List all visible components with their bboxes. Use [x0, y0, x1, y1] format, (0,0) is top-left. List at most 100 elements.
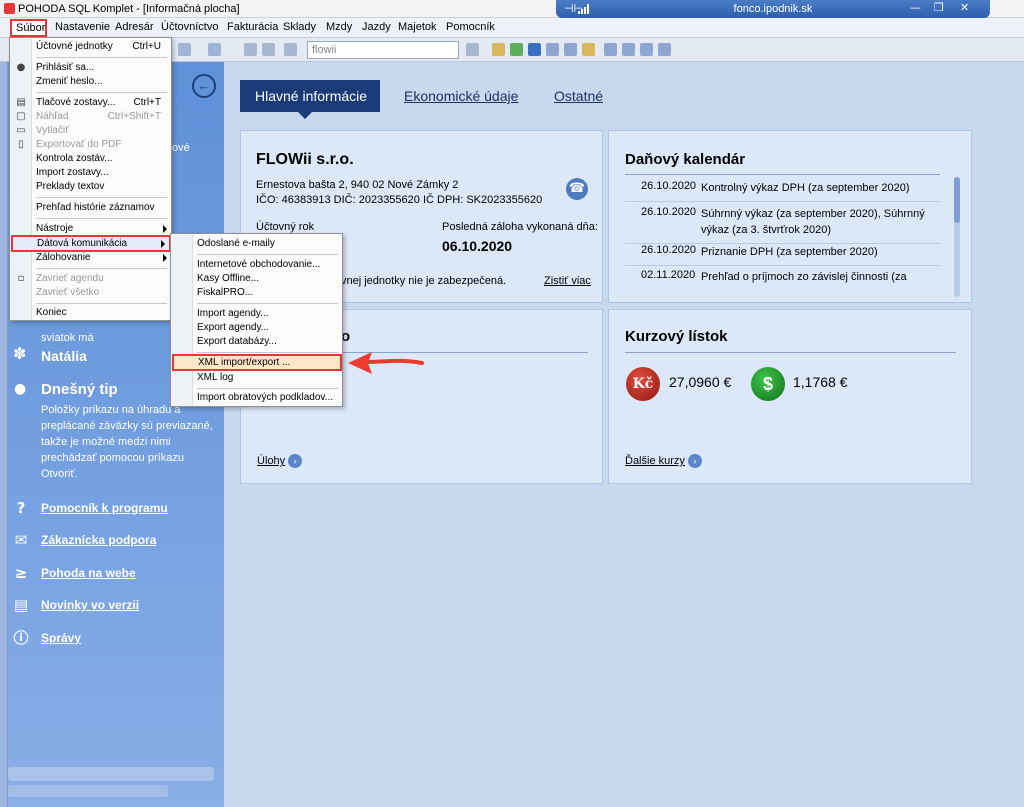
- tasks-link[interactable]: Úlohy ›: [257, 454, 303, 468]
- phone-icon[interactable]: ☎: [566, 178, 588, 200]
- close-agenda-icon: ▫: [17, 273, 25, 284]
- info-icon: ⓘ: [13, 629, 29, 647]
- menu-majetok[interactable]: Majetok: [398, 21, 437, 33]
- link-zakaznicka-podpora[interactable]: Zákaznícka podpora: [41, 533, 156, 547]
- menu-separator: [36, 303, 167, 304]
- tax-calendar-card: Daňový kalendár 26.10.2020 Kontrolný výk…: [608, 130, 972, 303]
- submenu-xml-import-export[interactable]: XML import/export ...: [172, 354, 342, 371]
- exchange-rate-card: Kurzový lístok Kč 27,0960 € $ 1,1768 € Ď…: [608, 309, 972, 484]
- mail-icon: ✉: [14, 531, 28, 549]
- iban-icon[interactable]: [604, 43, 617, 56]
- more-rates-link[interactable]: Ďalšie kurzy ›: [625, 454, 702, 468]
- exchange-rate-title: Kurzový lístok: [625, 328, 728, 345]
- menu-datova-komunikacia[interactable]: Dátová komunikácia: [11, 235, 171, 252]
- menu-export-pdf[interactable]: ▯ Exportovať do PDF: [10, 138, 171, 153]
- tab-ekonomicke-udaje[interactable]: Ekonomické údaje: [404, 88, 518, 104]
- fiscal-year-label: Účtovný rok: [256, 221, 315, 233]
- tax-description: Kontrolný výkaz DPH (za september 2020): [701, 182, 910, 194]
- tip-title: Dnešný tip: [41, 381, 118, 398]
- filter-icon[interactable]: [466, 43, 479, 56]
- menu-kontrola-zostav[interactable]: Kontrola zostáv...: [10, 152, 171, 167]
- usd-icon: $: [751, 367, 785, 401]
- save-icon[interactable]: [244, 43, 257, 56]
- menu-adresar[interactable]: Adresár: [115, 21, 154, 33]
- submenu-export-agendy[interactable]: Export agendy...: [171, 321, 342, 336]
- calculator-icon[interactable]: [546, 43, 559, 56]
- menu-preklady-textov[interactable]: Preklady textov: [10, 180, 171, 195]
- login-icon: ●: [16, 62, 26, 73]
- submenu-arrow-icon: [161, 240, 165, 248]
- tab-ostatne[interactable]: Ostatné: [554, 88, 603, 104]
- save-all-icon[interactable]: [262, 43, 275, 56]
- menu-sklady[interactable]: Sklady: [283, 21, 316, 33]
- tax-scrollbar[interactable]: [954, 177, 960, 297]
- menu-zavriet-vsetko[interactable]: Zavrieť všetko: [10, 286, 171, 301]
- tax-row: 02.11.2020 Prehľad o príjmoch zo závisle…: [625, 269, 940, 289]
- globe-icon[interactable]: [528, 43, 541, 56]
- grid-icon[interactable]: [622, 43, 635, 56]
- check-icon[interactable]: [178, 43, 191, 56]
- menu-uctovnictvo[interactable]: Účtovníctvo: [161, 21, 218, 33]
- users-icon[interactable]: [582, 43, 595, 56]
- company-name: FLOWii s.r.o.: [256, 151, 354, 168]
- help-icon: ?: [16, 499, 26, 517]
- remote-host-name: fonco.ipodnik.sk: [733, 3, 813, 15]
- submenu-odoslane-emaily[interactable]: Odoslané e-maily: [171, 237, 342, 252]
- tax-scrollbar-thumb[interactable]: [954, 177, 960, 223]
- menu-jazdy[interactable]: Jazdy: [362, 21, 391, 33]
- menu-prehlad-historie[interactable]: Prehľad histórie záznamov: [10, 201, 171, 216]
- menu-zavriet-agendu[interactable]: ▫ Zavrieť agendu: [10, 272, 171, 287]
- back-button[interactable]: ←: [192, 74, 216, 98]
- learn-more-link[interactable]: Zistiť viac: [544, 275, 591, 287]
- submenu-kasy-offline[interactable]: Kasy Offline...: [171, 272, 342, 287]
- left-panel-text-fragment: ové: [172, 142, 190, 154]
- menu-zalohovanie[interactable]: Zálohovanie: [10, 251, 171, 266]
- calendar-icon[interactable]: [564, 43, 577, 56]
- copy-icon[interactable]: [284, 43, 297, 56]
- submenu-internetove-obchodovanie[interactable]: Internetové obchodovanie...: [171, 258, 342, 273]
- menu-separator: [36, 57, 167, 58]
- menu-zmenit-heslo[interactable]: Zmeniť heslo...: [10, 75, 171, 90]
- link-novinky[interactable]: Novinky vo verzii: [41, 598, 139, 612]
- folder-icon[interactable]: [492, 43, 505, 56]
- tip-text: Položky príkazu na úhradu a preplácané z…: [41, 404, 213, 480]
- menu-fakturacia[interactable]: Fakturácia: [227, 21, 278, 33]
- menu-prihlasit[interactable]: ● Prihlásiť sa...: [10, 61, 171, 76]
- menu-pomocnik[interactable]: Pomocník: [446, 21, 495, 33]
- close-icon[interactable]: ✕: [960, 1, 969, 14]
- menu-vytlacit[interactable]: ▭ Vytlačiť: [10, 124, 171, 139]
- backup-date: 06.10.2020: [442, 238, 513, 254]
- divider: [625, 352, 956, 353]
- link-spravy[interactable]: Správy: [41, 631, 81, 645]
- refresh-icon[interactable]: [510, 43, 523, 56]
- submenu-fiskalpro[interactable]: FiskalPRO...: [171, 286, 342, 301]
- submenu-import-obratovych[interactable]: Import obratových podkladov...: [171, 391, 342, 406]
- list-icon[interactable]: [640, 43, 653, 56]
- submenu-import-agendy[interactable]: Import agendy...: [171, 307, 342, 322]
- menu-nastavenie[interactable]: Nastavenie: [55, 21, 110, 33]
- link-pohoda-na-webe[interactable]: Pohoda na webe: [41, 566, 136, 580]
- minimize-icon[interactable]: —: [910, 1, 921, 14]
- restore-icon[interactable]: ❐: [934, 1, 944, 14]
- nameday-name: Natália: [41, 348, 87, 364]
- menu-subor[interactable]: Súbor: [10, 19, 47, 37]
- menu-separator: [36, 92, 167, 93]
- back-arrow-icon[interactable]: [208, 43, 221, 56]
- menu-uctovne-jednotky[interactable]: Účtovné jednotky Ctrl+U: [10, 40, 171, 55]
- tools-icon[interactable]: [658, 43, 671, 56]
- menu-nahlad[interactable]: ▢ Náhľad Ctrl+Shift+T: [10, 110, 171, 125]
- search-input[interactable]: flowii: [307, 41, 459, 59]
- menu-koniec[interactable]: Koniec: [10, 306, 171, 321]
- czk-rate: 27,0960 €: [669, 374, 732, 390]
- menu-separator: [36, 218, 167, 219]
- tax-date: 02.11.2020: [641, 269, 696, 281]
- link-pomocnik[interactable]: Pomocník k programu: [41, 501, 168, 515]
- submenu-xml-log[interactable]: XML log: [171, 371, 342, 386]
- tax-calendar-title: Daňový kalendár: [625, 151, 746, 168]
- menu-mzdy[interactable]: Mzdy: [326, 21, 352, 33]
- menu-separator: [36, 268, 167, 269]
- submenu-export-databazy[interactable]: Export databázy...: [171, 335, 342, 350]
- menu-tlacove-zostavy[interactable]: ▤ Tlačové zostavy... Ctrl+T: [10, 96, 171, 111]
- menu-import-zostavy[interactable]: Import zostavy...: [10, 166, 171, 181]
- tab-hlavne-informacie[interactable]: Hlavné informácie: [240, 80, 380, 112]
